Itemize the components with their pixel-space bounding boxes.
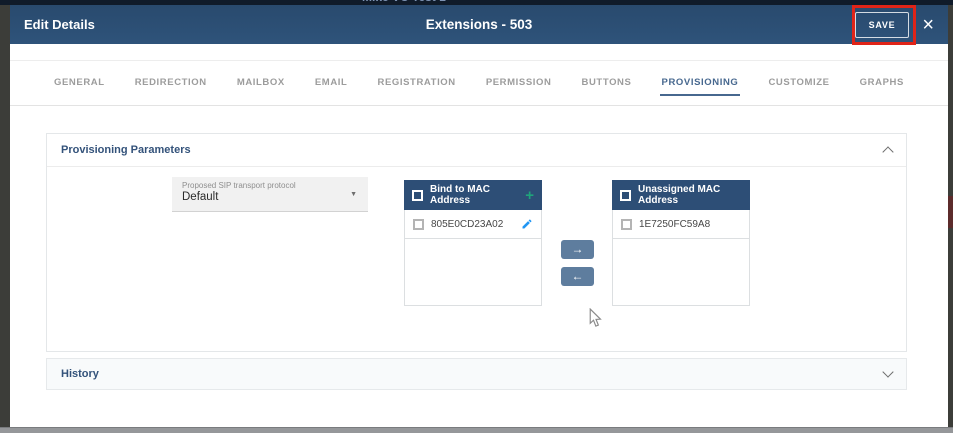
unassigned-mac-table: Unassigned MAC Address 1E7250FC59A8 — [612, 180, 750, 306]
save-button[interactable]: SAVE — [855, 12, 910, 38]
bind-mac-table-empty-area — [404, 239, 542, 306]
edit-pencil-icon[interactable] — [521, 218, 533, 230]
sip-transport-dropdown[interactable]: Proposed SIP transport protocol Default … — [172, 177, 368, 212]
tab-strip: GENERAL REDIRECTION MAILBOX EMAIL REGIST… — [10, 60, 948, 106]
chevron-down-icon[interactable] — [882, 366, 893, 377]
tab-registration[interactable]: REGISTRATION — [375, 71, 457, 96]
unassigned-mac-table-title: Unassigned MAC Address — [638, 184, 742, 206]
chevron-up-icon[interactable] — [882, 146, 893, 157]
unassigned-mac-table-empty-area — [612, 239, 750, 306]
provisioning-parameters-header[interactable]: Provisioning Parameters — [47, 134, 906, 167]
modal-subtitle: Extensions - 503 — [10, 17, 948, 32]
screen: Mike VC Test 1 Edit Details Extensions -… — [0, 0, 953, 433]
history-title: History — [61, 368, 99, 380]
provisioning-parameters-body: Proposed SIP transport protocol Default … — [47, 167, 906, 351]
bind-mac-table: Bind to MAC Address + 805E0CD23A02 — [404, 180, 542, 306]
background-page-title: Mike VC Test 1 — [362, 0, 446, 4]
tab-buttons[interactable]: BUTTONS — [580, 71, 634, 96]
select-all-checkbox[interactable] — [620, 190, 631, 201]
mac-address-value: 1E7250FC59A8 — [639, 219, 710, 230]
move-right-button[interactable]: → — [561, 240, 594, 259]
tab-provisioning[interactable]: PROVISIONING — [660, 71, 741, 96]
tab-general[interactable]: GENERAL — [52, 71, 107, 96]
header-actions: SAVE × — [855, 12, 934, 38]
background-page-bottombar — [0, 427, 953, 433]
tab-redirection[interactable]: REDIRECTION — [133, 71, 209, 96]
bind-mac-table-header: Bind to MAC Address + — [404, 180, 542, 210]
history-panel[interactable]: History — [46, 358, 907, 390]
select-all-checkbox[interactable] — [412, 190, 423, 201]
tab-mailbox[interactable]: MAILBOX — [235, 71, 287, 96]
mac-address-value: 805E0CD23A02 — [431, 219, 503, 230]
unassigned-mac-table-header: Unassigned MAC Address — [612, 180, 750, 210]
tab-graphs[interactable]: GRAPHS — [858, 71, 906, 96]
modal-header: Edit Details Extensions - 503 SAVE × — [10, 5, 948, 44]
table-row[interactable]: 1E7250FC59A8 — [612, 210, 750, 239]
close-icon[interactable]: × — [922, 15, 934, 35]
row-checkbox[interactable] — [413, 219, 424, 230]
bind-mac-table-title: Bind to MAC Address — [430, 184, 518, 206]
row-checkbox[interactable] — [621, 219, 632, 230]
provisioning-parameters-panel: Provisioning Parameters Proposed SIP tra… — [46, 133, 907, 352]
modal-title: Edit Details — [24, 17, 95, 32]
tab-email[interactable]: EMAIL — [313, 71, 350, 96]
table-row[interactable]: 805E0CD23A02 — [404, 210, 542, 239]
sip-transport-dropdown-label: Proposed SIP transport protocol — [182, 181, 358, 190]
chevron-down-icon: ▼ — [350, 191, 357, 198]
tab-customize[interactable]: CUSTOMIZE — [766, 71, 831, 96]
edit-details-modal: Edit Details Extensions - 503 SAVE × GEN… — [10, 5, 948, 427]
tab-permission[interactable]: PERMISSION — [484, 71, 554, 96]
move-left-button[interactable]: ← — [561, 267, 594, 286]
add-mac-icon[interactable]: + — [525, 188, 534, 203]
sip-transport-dropdown-value: Default — [182, 191, 358, 203]
provisioning-parameters-title: Provisioning Parameters — [61, 144, 191, 156]
